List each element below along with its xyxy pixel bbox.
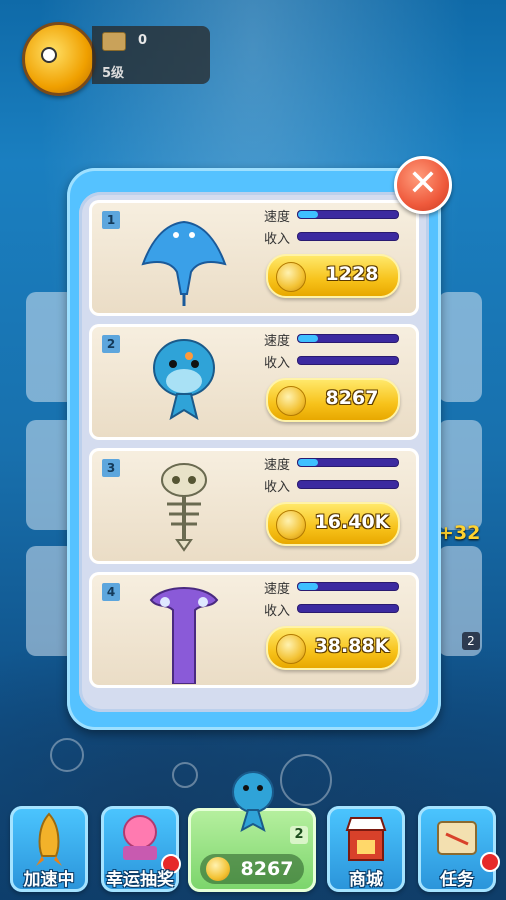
scroll-map-icon bbox=[437, 821, 477, 855]
speed-label: 速度 bbox=[264, 458, 291, 473]
fish-list[interactable]: 1 速度 收入 1228 2 速度 收入 8267 3 速度 收入 16.40K… bbox=[89, 200, 421, 690]
squid-icon bbox=[149, 587, 219, 684]
coin-row: 0 bbox=[92, 29, 210, 53]
fish-card-2: 2 速度 收入 8267 bbox=[89, 324, 419, 440]
tank-slot bbox=[438, 292, 482, 402]
tank-slot bbox=[438, 420, 482, 530]
buy-price: 1228 bbox=[325, 263, 379, 285]
manta-ray-icon bbox=[141, 220, 227, 306]
bubble bbox=[50, 738, 84, 772]
fish-shop-modal: 1 速度 收入 1228 2 速度 收入 8267 3 速度 收入 16.40K… bbox=[67, 168, 441, 730]
fish-index: 3 bbox=[102, 459, 120, 477]
prize-machine-icon bbox=[123, 815, 157, 860]
income-label: 收入 bbox=[264, 232, 291, 247]
coin-icon bbox=[276, 634, 306, 664]
buy-price: 8267 bbox=[325, 387, 379, 409]
speed-up-button[interactable]: 加速中 bbox=[10, 806, 88, 892]
buy-price-pill: 8267 bbox=[200, 854, 304, 884]
income-label: 收入 bbox=[264, 356, 291, 371]
coin-icon bbox=[276, 510, 306, 540]
speed-bar bbox=[297, 582, 399, 591]
buy-button[interactable]: 1228 bbox=[266, 254, 400, 298]
whale-icon bbox=[232, 771, 274, 833]
coin-icon bbox=[206, 857, 230, 881]
buy-button[interactable]: 16.40K bbox=[266, 502, 400, 546]
player-stats-panel: 0 5级 bbox=[92, 26, 210, 84]
tasks-label: 任务 bbox=[440, 870, 474, 890]
whale-icon bbox=[153, 339, 215, 421]
coin-icon bbox=[276, 386, 306, 416]
modal-content: 1 速度 收入 1228 2 速度 收入 8267 3 速度 收入 16.40K… bbox=[79, 192, 429, 712]
fish-index: 2 bbox=[102, 335, 120, 353]
income-bar bbox=[297, 480, 399, 489]
fish-skeleton-icon bbox=[161, 463, 207, 552]
player-level: 5级 bbox=[102, 66, 125, 81]
speed-bar bbox=[297, 210, 399, 219]
shop-button[interactable]: 商城 bbox=[327, 806, 405, 892]
tank-level-badge: 2 bbox=[462, 632, 480, 650]
bubble bbox=[172, 762, 198, 788]
shop-stall-icon bbox=[345, 817, 387, 861]
close-x-icon: ✕ bbox=[407, 163, 439, 204]
rocket-icon bbox=[36, 812, 62, 866]
coin-icon bbox=[102, 32, 126, 51]
lottery-button[interactable]: 幸运抽奖 bbox=[101, 806, 181, 892]
speed-bar bbox=[297, 458, 399, 467]
speed-label: 速度 bbox=[264, 334, 291, 349]
buy-button[interactable]: 8267 bbox=[266, 378, 400, 422]
fish-card-3: 3 速度 收入 16.40K bbox=[89, 448, 419, 564]
fish-index: 1 bbox=[102, 211, 120, 229]
fish-index: 4 bbox=[102, 583, 120, 601]
coin-count: 0 bbox=[138, 33, 148, 48]
speed-bar-fill bbox=[298, 459, 318, 466]
speed-bar-fill bbox=[298, 211, 318, 218]
lottery-label: 幸运抽奖 bbox=[106, 870, 174, 890]
bubble bbox=[280, 754, 332, 806]
fish-card-1: 1 速度 收入 1228 bbox=[89, 200, 419, 316]
income-label: 收入 bbox=[264, 480, 291, 495]
fish-level-badge: 2 bbox=[290, 826, 308, 844]
speed-bar bbox=[297, 334, 399, 343]
speed-bar-fill bbox=[298, 583, 318, 590]
buy-fish-price: 8267 bbox=[240, 858, 294, 880]
player-avatar[interactable] bbox=[22, 22, 96, 96]
coin-icon bbox=[276, 262, 306, 292]
buy-price: 38.88K bbox=[314, 635, 390, 657]
fish-card-4: 4 速度 收入 38.88K bbox=[89, 572, 419, 688]
buy-button[interactable]: 38.88K bbox=[266, 626, 400, 670]
income-bar bbox=[297, 604, 399, 613]
speed-up-label: 加速中 bbox=[23, 870, 75, 890]
close-button[interactable]: ✕ bbox=[394, 156, 452, 214]
speed-label: 速度 bbox=[264, 210, 291, 225]
income-bar bbox=[297, 356, 399, 365]
income-bar bbox=[297, 232, 399, 241]
shop-label: 商城 bbox=[349, 870, 383, 890]
buy-fish-button[interactable]: 2 8267 bbox=[188, 771, 316, 892]
bonus-income-text: +32 bbox=[438, 522, 481, 544]
tasks-button[interactable]: 任务 bbox=[418, 806, 500, 892]
speed-label: 速度 bbox=[264, 582, 291, 597]
avatar-eye bbox=[41, 47, 57, 63]
speed-bar-fill bbox=[298, 335, 318, 342]
buy-price: 16.40K bbox=[314, 511, 390, 533]
income-label: 收入 bbox=[264, 604, 291, 619]
